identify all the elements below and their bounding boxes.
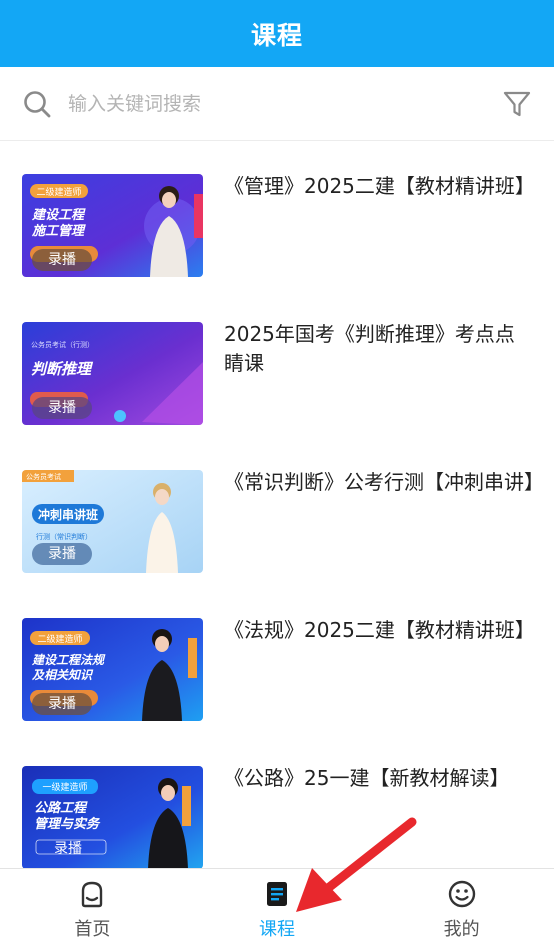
thumb-tag: 公务员考试 bbox=[26, 472, 61, 481]
course-thumbnail: 公务员考试 冲刺串讲班 行测（常识判断） 录播 bbox=[22, 470, 203, 573]
course-item[interactable]: 二级建造师 建设工程 施工管理 录播 《管理》2025二建【教材精讲班】 bbox=[0, 142, 554, 290]
thumb-tag: 二级建造师 bbox=[37, 633, 82, 645]
app-screen: 课程 二级建造师 建设工程 施工管理 bbox=[0, 0, 554, 950]
tab-courses[interactable]: 课程 bbox=[185, 869, 370, 950]
smiley-face-icon bbox=[448, 880, 475, 907]
thumb-recorded-badge: 录播 bbox=[32, 693, 92, 715]
page-title: 课程 bbox=[250, 20, 303, 50]
svg-text:公路工程: 公路工程 bbox=[34, 800, 88, 816]
home-icon bbox=[82, 881, 103, 907]
course-title: 2025年国考《判断推理》考点点睛课 bbox=[224, 322, 515, 375]
course-item[interactable]: 公务员考试（行测） 判断推理 录播 2025年国考《判断推理》考点点睛课 bbox=[0, 290, 554, 438]
thumb-tag: 二级建造师 bbox=[36, 186, 81, 198]
course-title: 《常识判断》公考行测【冲刺串讲】 bbox=[224, 470, 544, 494]
course-list: 二级建造师 建设工程 施工管理 录播 《管理》2025二建【教材精讲班】 公务员… bbox=[0, 142, 554, 868]
course-title: 《公路》25一建【新教材解读】 bbox=[224, 766, 510, 790]
course-thumbnail: 公务员考试（行测） 判断推理 录播 bbox=[22, 322, 203, 425]
course-item[interactable]: 二级建造师 建设工程法规 及相关知识 录播 《法规》2025二建【教材精讲班】 bbox=[0, 586, 554, 734]
thumb-recorded-badge: 录播 bbox=[32, 543, 92, 565]
svg-text:及相关知识: 及相关知识 bbox=[32, 668, 94, 682]
course-thumbnail: 一级建造师 公路工程 管理与实务 录播 bbox=[22, 766, 203, 868]
course-thumbnail: 二级建造师 建设工程法规 及相关知识 录播 bbox=[22, 618, 203, 721]
svg-text:建设工程法规: 建设工程法规 bbox=[31, 653, 106, 667]
tab-label: 我的 bbox=[443, 918, 480, 940]
thumb-tag: 公务员考试（行测） bbox=[31, 340, 94, 349]
course-book-icon bbox=[267, 881, 287, 906]
svg-text:建设工程: 建设工程 bbox=[31, 207, 86, 223]
course-item[interactable]: 公务员考试 冲刺串讲班 行测（常识判断） 录播 《常识判断》公考行测【冲刺串讲】 bbox=[0, 438, 554, 586]
course-title: 《管理》2025二建【教材精讲班】 bbox=[224, 174, 535, 198]
thumb-tag: 一级建造师 bbox=[42, 781, 87, 793]
svg-text:判断推理: 判断推理 bbox=[31, 360, 94, 378]
course-title: 《法规》2025二建【教材精讲班】 bbox=[224, 618, 535, 642]
search-input[interactable] bbox=[68, 92, 502, 115]
thumb-recorded-badge: 录播 bbox=[32, 397, 92, 419]
search-icon[interactable] bbox=[22, 89, 52, 119]
tab-me[interactable]: 我的 bbox=[369, 869, 554, 950]
top-header: 课程 bbox=[0, 0, 554, 67]
tab-label: 首页 bbox=[74, 918, 111, 940]
svg-text:施工管理: 施工管理 bbox=[31, 223, 86, 239]
tab-label: 课程 bbox=[259, 918, 295, 940]
bottom-tab-bar: 首页 课程 我的 bbox=[0, 868, 554, 950]
filter-icon[interactable] bbox=[502, 89, 532, 119]
thumb-recorded-badge: 录播 bbox=[54, 841, 82, 857]
thumb-recorded-badge: 录播 bbox=[32, 249, 92, 271]
search-bar bbox=[0, 67, 554, 141]
course-item[interactable]: 一级建造师 公路工程 管理与实务 录播 《公路》25一建【新教材解读】 bbox=[0, 734, 554, 868]
tab-home[interactable]: 首页 bbox=[0, 869, 185, 950]
svg-text:管理与实务: 管理与实务 bbox=[34, 816, 101, 832]
course-thumbnail: 二级建造师 建设工程 施工管理 录播 bbox=[22, 174, 203, 277]
svg-text:冲刺串讲班: 冲刺串讲班 bbox=[38, 507, 98, 522]
svg-text:行测（常识判断）: 行测（常识判断） bbox=[36, 532, 92, 541]
